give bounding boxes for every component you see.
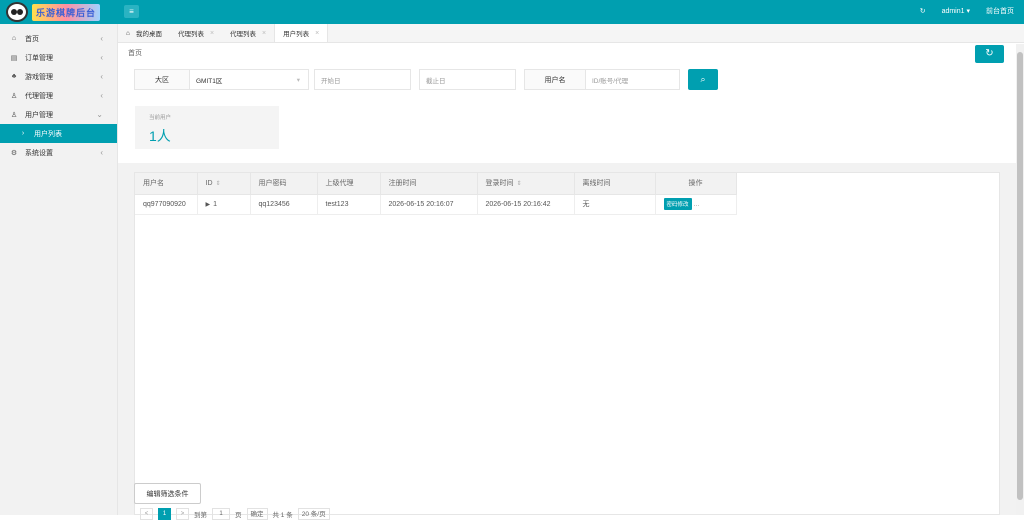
table-row: qq977090920 ▶ 1 qq123456 test123 2026-06-…	[135, 194, 737, 215]
top-right-area: ↻ admin1 ▾ 前台首页	[920, 6, 1014, 16]
cell-id[interactable]: ▶ 1	[197, 194, 251, 215]
col-parent-agent: 上级代理	[317, 173, 381, 195]
logo-text: 乐游棋牌后台	[32, 3, 101, 21]
user-icon: ♙	[10, 111, 18, 119]
cell-offline-time: 无	[574, 194, 656, 215]
page-unit: 页	[235, 512, 242, 519]
page-input[interactable]: 1	[212, 508, 230, 520]
current-users-card: 当前用户 1人	[135, 106, 279, 149]
scrollbar-thumb[interactable]	[1017, 52, 1023, 500]
sort-icon[interactable]: ⇕	[216, 181, 221, 187]
col-offline-time: 离线时间	[574, 173, 656, 195]
refresh-icon[interactable]: ↻	[920, 7, 926, 15]
region-select[interactable]: GMIT1区 ▾	[189, 69, 309, 90]
refresh-button[interactable]: ↻	[975, 45, 1004, 63]
front-page-link[interactable]: 前台首页	[986, 6, 1014, 16]
user-menu[interactable]: admin1 ▾	[942, 7, 970, 15]
sidebar-item-user-list[interactable]: › 用户列表	[0, 124, 117, 143]
page-1-button[interactable]: 1	[158, 508, 171, 520]
page-size-select[interactable]: 20 条/页	[297, 508, 330, 520]
panda-logo-icon	[6, 2, 28, 22]
col-login-time[interactable]: 登录时间 ⇕	[477, 173, 575, 195]
next-page-button[interactable]: >	[176, 508, 189, 520]
cell-parent: test123	[317, 194, 381, 215]
page-scrollbar[interactable]	[1016, 44, 1024, 515]
tab-bar: ⌂ 我的桌面 代理列表 × 代理列表 × 用户列表 ×	[118, 24, 1024, 43]
hamburger-icon[interactable]: ≡	[124, 5, 139, 18]
stat-value: 1人	[149, 128, 171, 144]
table-header-row: 用户名 ID ⇕ 用户密码 上级代理 注册时间 登录时间 ⇕ 离线时间 操作	[135, 173, 737, 195]
tab-agent-list-2[interactable]: 代理列表 ×	[222, 24, 274, 42]
order-icon: ▤	[10, 54, 18, 62]
username-label: 用户名	[524, 69, 586, 90]
sidebar-item-settings[interactable]: ⚙ 系统设置 ‹	[0, 143, 117, 162]
close-icon[interactable]: ×	[210, 30, 214, 37]
expand-icon[interactable]: ▶	[206, 202, 211, 208]
home-icon: ⌂	[11, 35, 17, 42]
game-icon: ♣	[11, 73, 17, 80]
chevron-left-icon: ‹	[100, 72, 103, 81]
breadcrumb[interactable]: 首页	[128, 48, 142, 58]
close-icon[interactable]: ×	[262, 30, 266, 37]
search-button[interactable]: ⌕	[688, 69, 718, 90]
chevron-left-icon: ‹	[100, 148, 103, 157]
total-count: 共 1 条	[272, 512, 293, 519]
goto-label: 到第	[194, 512, 207, 519]
col-username: 用户名	[135, 173, 198, 195]
logo[interactable]: 乐游棋牌后台	[6, 2, 116, 22]
chevron-left-icon: ‹	[100, 34, 103, 43]
stat-title: 当前用户	[149, 115, 172, 121]
tab-user-list[interactable]: 用户列表 ×	[274, 24, 329, 42]
home-icon: ⌂	[126, 29, 130, 37]
col-password: 用户密码	[250, 173, 318, 195]
more-actions[interactable]: ...	[693, 201, 699, 208]
start-date-input[interactable]: 开始日	[314, 69, 411, 90]
sidebar: ⌂ 首页 ‹ ▤ 订单管理 ‹ ♣ 游戏管理 ‹ ♙ 代理管理 ‹ ♙ 用户管理…	[0, 24, 118, 515]
sidebar-item-home[interactable]: ⌂ 首页 ‹	[0, 29, 117, 48]
tab-agent-list-1[interactable]: 代理列表 ×	[170, 24, 222, 42]
end-date-input[interactable]: 截止日	[419, 69, 516, 90]
username-input[interactable]: ID/账号/代理	[585, 69, 680, 90]
cell-login-time: 2026-06-15 20:16:42	[477, 194, 575, 215]
filter-panel: 大区 GMIT1区 ▾ 开始日 截止日 用户名 ID/账号/代理 ⌕ 当前用户 …	[118, 63, 1016, 163]
chevron-left-icon: ‹	[100, 53, 103, 62]
cell-reg-time: 2026-06-15 20:16:07	[380, 194, 478, 215]
edit-filter-button[interactable]: 编辑筛选条件	[134, 483, 201, 504]
cell-password: qq123456	[250, 194, 318, 215]
chevron-right-icon: ›	[21, 130, 25, 137]
user-table: 用户名 ID ⇕ 用户密码 上级代理 注册时间 登录时间 ⇕ 离线时间 操作 qq9…	[135, 173, 737, 215]
goto-confirm-button[interactable]: 确定	[246, 508, 268, 520]
cell-username: qq977090920	[135, 194, 198, 215]
col-reg-time: 注册时间	[380, 173, 478, 195]
top-bar: 乐游棋牌后台 ≡ ↻ admin1 ▾ 前台首页	[0, 0, 1024, 24]
caret-down-icon: ▾	[296, 76, 300, 84]
sort-icon[interactable]: ⇕	[517, 181, 522, 187]
prev-page-button[interactable]: <	[140, 508, 153, 520]
sidebar-item-orders[interactable]: ▤ 订单管理 ‹	[0, 48, 117, 67]
cell-actions: 密码修改 ...	[655, 194, 737, 215]
gear-icon: ⚙	[10, 149, 18, 157]
tab-desktop[interactable]: ⌂ 我的桌面	[118, 24, 170, 42]
chevron-down-icon: ⌄	[96, 110, 103, 119]
agent-icon: ♙	[10, 92, 18, 100]
close-icon[interactable]: ×	[315, 30, 319, 37]
sidebar-item-agents[interactable]: ♙ 代理管理 ‹	[0, 86, 117, 105]
chevron-left-icon: ‹	[100, 91, 103, 100]
col-id[interactable]: ID ⇕	[197, 173, 251, 195]
search-icon: ⌕	[700, 74, 706, 84]
user-table-wrapper: 用户名 ID ⇕ 用户密码 上级代理 注册时间 登录时间 ⇕ 离线时间 操作 qq9…	[134, 172, 1000, 515]
sidebar-item-games[interactable]: ♣ 游戏管理 ‹	[0, 67, 117, 86]
pagination: < 1 > 到第 1 页 确定 共 1 条 20 条/页	[140, 508, 330, 520]
main-content: 大区 GMIT1区 ▾ 开始日 截止日 用户名 ID/账号/代理 ⌕ 当前用户 …	[118, 63, 1016, 520]
change-password-button[interactable]: 密码修改	[663, 198, 692, 210]
col-actions: 操作	[655, 173, 737, 195]
region-label: 大区	[134, 69, 190, 90]
sidebar-item-users[interactable]: ♙ 用户管理 ⌄	[0, 105, 117, 124]
